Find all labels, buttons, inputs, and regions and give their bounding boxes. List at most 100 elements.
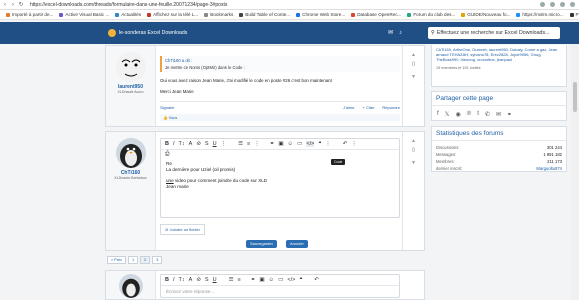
members-online-list[interactable]: ChTi160, ArtheOne, Dranreb, laurent950, … — [432, 45, 566, 65]
quote-icon[interactable]: ❝ — [299, 277, 302, 283]
prev-page-button[interactable]: « Préc — [107, 256, 126, 264]
email-icon[interactable]: ✉ — [496, 111, 501, 118]
preview-icon[interactable]: ⎙ — [165, 151, 169, 158]
align-icon[interactable]: ≡ — [247, 141, 250, 147]
link-icon[interactable]: ⚭ — [270, 141, 275, 147]
underline-icon[interactable]: U — [213, 141, 217, 147]
page-1-button[interactable]: 1 — [127, 256, 139, 264]
pinterest-icon[interactable]: ℗ — [467, 111, 471, 118]
link-icon[interactable]: ⚭ — [251, 277, 256, 283]
bookmark-item[interactable]: https://mslm.micro... — [516, 12, 564, 17]
align-icon[interactable]: ≡ — [238, 277, 241, 283]
bookmark-item[interactable]: Affichez sur la télé L... — [147, 12, 198, 17]
style-icon[interactable]: ⊘ — [196, 277, 201, 283]
more-icon[interactable]: ⋮ — [221, 141, 227, 147]
bookmark-item[interactable]: Forum du club des... — [407, 12, 455, 17]
reload-icon[interactable]: ↻ — [18, 2, 24, 8]
bookmark-item[interactable]: Bookmarks — [204, 12, 233, 17]
underline-icon[interactable]: U — [213, 277, 217, 283]
site-logo-icon[interactable] — [108, 29, 116, 37]
url-text[interactable]: https://excel-downloads.com/threads/form… — [30, 2, 227, 8]
page-3-button[interactable]: 3 — [152, 256, 163, 264]
reaction-users[interactable]: Vous — [169, 116, 177, 120]
text-size-icon[interactable]: T↕ — [179, 277, 185, 283]
attach-file-button[interactable]: ⊘ Joindre un fichier — [160, 224, 205, 235]
video-link[interactable]: une — [166, 178, 174, 183]
more-icon[interactable]: ⋮ — [325, 141, 331, 147]
editor-content[interactable]: Re La dernière pour Uziel (oil promis) u… — [161, 158, 399, 193]
text-color-icon[interactable]: A — [189, 141, 193, 147]
page-scrollbar[interactable] — [571, 44, 579, 300]
rich-text-editor[interactable]: B I T↕ A ⊘ S U ⋮ ☰ ≡ ⋮ ⚭ ▣ ☺ ▭ </> ❝ ⋮ ↶… — [160, 138, 400, 218]
code-icon[interactable]: </> — [287, 277, 295, 283]
bold-icon[interactable]: B — [165, 277, 169, 283]
extension-icon[interactable] — [540, 2, 545, 7]
bookmark-item[interactable]: Importé à partir de... — [6, 12, 53, 17]
avatar[interactable] — [118, 274, 143, 298]
bookmark-item[interactable]: GUIDE/Nouveau fo... — [461, 12, 510, 17]
page-2-button[interactable]: 2 — [140, 256, 151, 264]
strike-icon[interactable]: S — [205, 277, 209, 283]
site-name[interactable]: le-sonderas Excel Downloads — [119, 30, 187, 36]
save-button[interactable]: Sauvegarder — [246, 240, 277, 248]
like-link[interactable]: J'aime — [343, 105, 354, 110]
downvote-icon[interactable]: ▼ — [403, 74, 424, 80]
undo-icon[interactable]: ↶ — [314, 277, 319, 283]
link-icon[interactable]: ⚭ — [507, 111, 512, 118]
tumblr-icon[interactable]: t — [477, 111, 479, 118]
quote-link[interactable]: + Citer — [363, 105, 375, 110]
bell-icon[interactable]: ♪ — [399, 30, 402, 36]
text-size-icon[interactable]: T↕ — [179, 141, 185, 147]
stat-value[interactable]: Marguoltu974 — [536, 165, 562, 172]
scrollbar-thumb[interactable] — [573, 82, 577, 112]
italic-icon[interactable]: I — [173, 141, 175, 147]
downvote-icon[interactable]: ▼ — [403, 160, 424, 166]
bookmark-item[interactable]: Active Visual Basic ... — [59, 12, 109, 17]
bookmark-item[interactable]: Professional Guide... — [569, 12, 579, 17]
extension-icon[interactable] — [560, 2, 565, 7]
upvote-icon[interactable]: ▲ — [403, 138, 424, 144]
text-color-icon[interactable]: A — [189, 277, 193, 283]
more-icon[interactable]: ⋮ — [351, 141, 357, 147]
quote-icon[interactable]: ❝ — [318, 141, 321, 147]
report-link[interactable]: Signaler — [160, 105, 175, 110]
bookmark-item[interactable]: Database OpenRec... — [351, 12, 401, 17]
reply-placeholder[interactable]: Écrivez votre réponse... — [161, 286, 399, 298]
more-icon[interactable]: ⋮ — [254, 141, 260, 147]
cancel-button[interactable]: Annuler — [286, 240, 308, 248]
bookmark-item[interactable]: Build Table of Conte... — [239, 12, 290, 17]
reply-link[interactable]: Répondre — [382, 105, 400, 110]
style-icon[interactable]: ⊘ — [196, 141, 201, 147]
image-icon[interactable]: ▣ — [278, 141, 283, 147]
list-icon[interactable]: ☰ — [229, 277, 234, 283]
reply-editor[interactable]: B I T↕ A ⊘ S U ☰ ≡ ⚭ ▣ ☺ ▭ </> ❝ ↶ Écriv… — [160, 274, 400, 298]
twitter-icon[interactable]: 𝕏 — [445, 111, 450, 118]
facebook-icon[interactable]: f — [437, 111, 439, 118]
code-icon[interactable]: </> — [306, 141, 315, 147]
strike-icon[interactable]: S — [205, 141, 209, 147]
forward-icon[interactable]: › — [10, 2, 16, 8]
avatar[interactable] — [115, 138, 146, 168]
avatar[interactable] — [115, 52, 146, 82]
smiley-icon[interactable]: ☺ — [269, 277, 275, 283]
smiley-icon[interactable]: ☺ — [288, 141, 294, 147]
bookmark-item[interactable]: Chrome Web Store... — [296, 12, 345, 17]
media-icon[interactable]: ▭ — [278, 277, 283, 283]
whatsapp-icon[interactable]: ✆ — [485, 111, 490, 118]
reddit-icon[interactable]: ◉ — [456, 111, 461, 118]
browser-address-bar[interactable]: ‹ › ↻ https://excel-downloads.com/thread… — [0, 0, 579, 10]
italic-icon[interactable]: I — [173, 277, 175, 283]
search-box[interactable]: ⚲ Effectuez une recherche sur Excel Down… — [428, 27, 560, 39]
back-icon[interactable]: ‹ — [2, 2, 8, 8]
list-icon[interactable]: ☰ — [238, 141, 243, 147]
bold-icon[interactable]: B — [165, 141, 169, 147]
media-icon[interactable]: ▭ — [297, 141, 302, 147]
profile-icon[interactable] — [570, 2, 575, 7]
bookmark-item[interactable]: Actualités — [115, 12, 141, 17]
quote-header[interactable]: ChTi160 a dit : — [165, 58, 397, 63]
upvote-icon[interactable]: ▲ — [403, 52, 424, 58]
mail-icon[interactable]: ✉ — [388, 29, 393, 36]
undo-icon[interactable]: ↶ — [343, 141, 348, 147]
image-icon[interactable]: ▣ — [259, 277, 264, 283]
extension-icon[interactable] — [550, 2, 555, 7]
